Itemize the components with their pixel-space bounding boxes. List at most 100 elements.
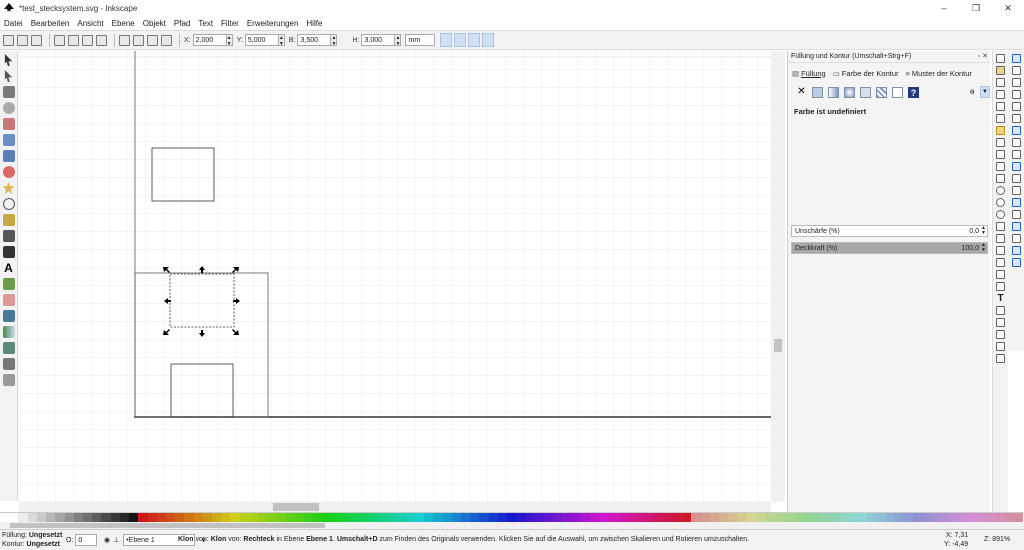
eraser-tool-icon[interactable] xyxy=(2,294,15,306)
xml-editor-icon[interactable] xyxy=(996,318,1005,327)
menu-erweiterungen[interactable]: Erweiterungen xyxy=(247,19,299,28)
palette-swatch[interactable] xyxy=(184,513,194,522)
palette-swatch[interactable] xyxy=(838,513,849,522)
zoom-selection-icon[interactable] xyxy=(996,186,1005,195)
text-tool-icon[interactable]: A xyxy=(3,262,15,274)
tab-stroke-paint[interactable]: Farbe der Kontur xyxy=(842,69,899,78)
palette-swatch[interactable] xyxy=(571,513,581,522)
palette-swatch[interactable] xyxy=(359,513,369,522)
tab-stroke-style[interactable]: Muster der Kontur xyxy=(912,69,972,78)
palette-swatch[interactable] xyxy=(442,513,452,522)
palette-swatch[interactable] xyxy=(147,513,157,522)
palette-swatch[interactable] xyxy=(138,513,148,522)
raise-icon[interactable] xyxy=(133,34,144,46)
3d-box-tool-icon[interactable] xyxy=(2,150,15,162)
horizontal-scroll-thumb[interactable] xyxy=(273,503,319,511)
zoom-page-icon[interactable] xyxy=(996,210,1005,219)
palette-swatch[interactable] xyxy=(285,513,295,522)
palette-swatch[interactable] xyxy=(414,513,425,522)
palette-swatch[interactable] xyxy=(396,513,406,522)
snap-enable-icon[interactable] xyxy=(1011,54,1021,63)
palette-swatch[interactable] xyxy=(9,513,19,522)
calligraphy-tool-icon[interactable] xyxy=(2,246,15,258)
pen-tool-icon[interactable] xyxy=(2,230,15,242)
palette-swatch[interactable] xyxy=(802,513,812,522)
import-icon[interactable] xyxy=(996,102,1005,111)
mesh-gradient-button[interactable] xyxy=(860,86,871,98)
x-input[interactable]: 2,000 xyxy=(192,34,227,46)
dock-close-icon[interactable]: ▫ ✕ xyxy=(978,52,988,60)
palette-swatch[interactable] xyxy=(460,513,471,522)
palette-swatch[interactable] xyxy=(737,513,747,522)
menu-text[interactable]: Text xyxy=(198,19,213,28)
undo-icon[interactable] xyxy=(996,126,1005,135)
fill-stroke-icon[interactable] xyxy=(996,282,1005,291)
palette-swatch[interactable] xyxy=(857,513,867,522)
width-input[interactable]: 3,500 xyxy=(297,34,332,46)
palette-swatch[interactable] xyxy=(27,513,37,522)
mesh-tool-icon[interactable] xyxy=(2,342,15,354)
palette-swatch[interactable] xyxy=(792,513,803,522)
move-gradients-toggle[interactable] xyxy=(468,33,481,47)
tweak-tool-icon[interactable] xyxy=(2,86,15,98)
text-font-icon[interactable]: T xyxy=(996,294,1005,304)
star-tool-icon[interactable] xyxy=(2,182,15,194)
document-properties-icon[interactable] xyxy=(996,342,1005,351)
palette-swatch[interactable] xyxy=(101,513,111,522)
raise-to-top-icon[interactable] xyxy=(119,34,130,46)
palette-swatch[interactable] xyxy=(424,513,434,522)
flip-horizontal-icon[interactable] xyxy=(82,34,93,46)
redo-icon[interactable] xyxy=(996,138,1005,147)
palette-swatch[interactable] xyxy=(239,513,249,522)
palette-swatch[interactable] xyxy=(765,513,775,522)
cut-icon[interactable] xyxy=(996,162,1005,171)
flip-vertical-icon[interactable] xyxy=(96,34,107,46)
palette-swatch[interactable] xyxy=(267,513,277,522)
palette-swatch[interactable] xyxy=(1004,513,1015,522)
tab-fill[interactable]: Füllung xyxy=(801,69,826,78)
palette-swatch[interactable] xyxy=(580,513,590,522)
palette-swatch[interactable] xyxy=(525,513,535,522)
snap-guide-icon[interactable] xyxy=(1011,258,1021,267)
palette-swatch[interactable] xyxy=(497,513,508,522)
palette-swatch[interactable] xyxy=(73,513,83,522)
palette-swatch[interactable] xyxy=(590,513,600,522)
group-icon[interactable] xyxy=(996,258,1005,267)
palette-swatch[interactable] xyxy=(617,513,627,522)
width-spinner[interactable]: ▲ ▼ xyxy=(331,34,338,47)
maximize-button[interactable]: ❐ xyxy=(960,0,992,16)
palette-swatch[interactable] xyxy=(119,513,130,522)
palette-swatch[interactable] xyxy=(55,513,65,522)
menu-filter[interactable]: Filter xyxy=(221,19,239,28)
height-input[interactable]: 3,000 xyxy=(361,34,396,46)
snap-grid-icon[interactable] xyxy=(1011,246,1021,255)
ellipse-tool-icon[interactable] xyxy=(2,166,15,178)
palette-swatch[interactable] xyxy=(507,513,517,522)
paint-bucket-tool-icon[interactable] xyxy=(2,310,15,322)
palette-swatch[interactable] xyxy=(783,513,793,522)
palette-swatch[interactable] xyxy=(350,513,360,522)
x-spinner[interactable]: ▲ ▼ xyxy=(226,34,233,47)
paste-icon[interactable] xyxy=(996,174,1005,183)
opacity-input[interactable]: 0 xyxy=(75,534,98,546)
palette-swatch[interactable] xyxy=(175,513,185,522)
palette-swatch[interactable] xyxy=(820,513,830,522)
select-all-icon[interactable] xyxy=(3,34,14,46)
zoom-field[interactable]: Z: 891% xyxy=(984,536,1010,543)
palette-swatch[interactable] xyxy=(221,513,231,522)
flat-color-button[interactable] xyxy=(812,86,823,98)
zoom-tool-icon[interactable] xyxy=(2,102,15,114)
y-spinner[interactable]: ▲ ▼ xyxy=(278,34,285,47)
drawing-canvas[interactable] xyxy=(19,51,785,503)
menu-bearbeiten[interactable]: Bearbeiten xyxy=(31,19,70,28)
canvas-svg[interactable] xyxy=(19,51,785,503)
palette-swatch[interactable] xyxy=(626,513,637,522)
palette-swatch[interactable] xyxy=(562,513,572,522)
palette-swatch[interactable] xyxy=(599,513,609,522)
snap-bbox-center-icon[interactable] xyxy=(1011,114,1021,123)
measure-tool-icon[interactable] xyxy=(2,118,15,130)
snap-text-baseline-icon[interactable] xyxy=(1011,222,1021,231)
palette-swatch[interactable] xyxy=(543,513,554,522)
snap-bbox-edge-icon[interactable] xyxy=(1011,78,1021,87)
palette-swatch[interactable] xyxy=(202,513,213,522)
